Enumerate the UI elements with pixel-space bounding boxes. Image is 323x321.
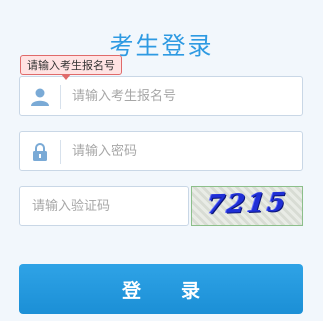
captcha-image[interactable]: 7215 — [191, 186, 303, 226]
username-field — [19, 76, 303, 116]
password-input[interactable] — [72, 132, 292, 170]
captcha-input[interactable] — [32, 187, 182, 225]
password-field — [19, 131, 303, 171]
field-divider — [60, 140, 61, 164]
login-button[interactable]: 登录 — [19, 264, 303, 314]
username-input[interactable] — [72, 77, 292, 115]
lock-icon — [30, 142, 50, 162]
captcha-field — [19, 186, 189, 226]
validation-tooltip: 请输入考生报名号 — [20, 55, 122, 80]
field-divider — [60, 85, 61, 109]
captcha-text: 7215 — [205, 187, 289, 221]
user-icon — [30, 87, 50, 107]
